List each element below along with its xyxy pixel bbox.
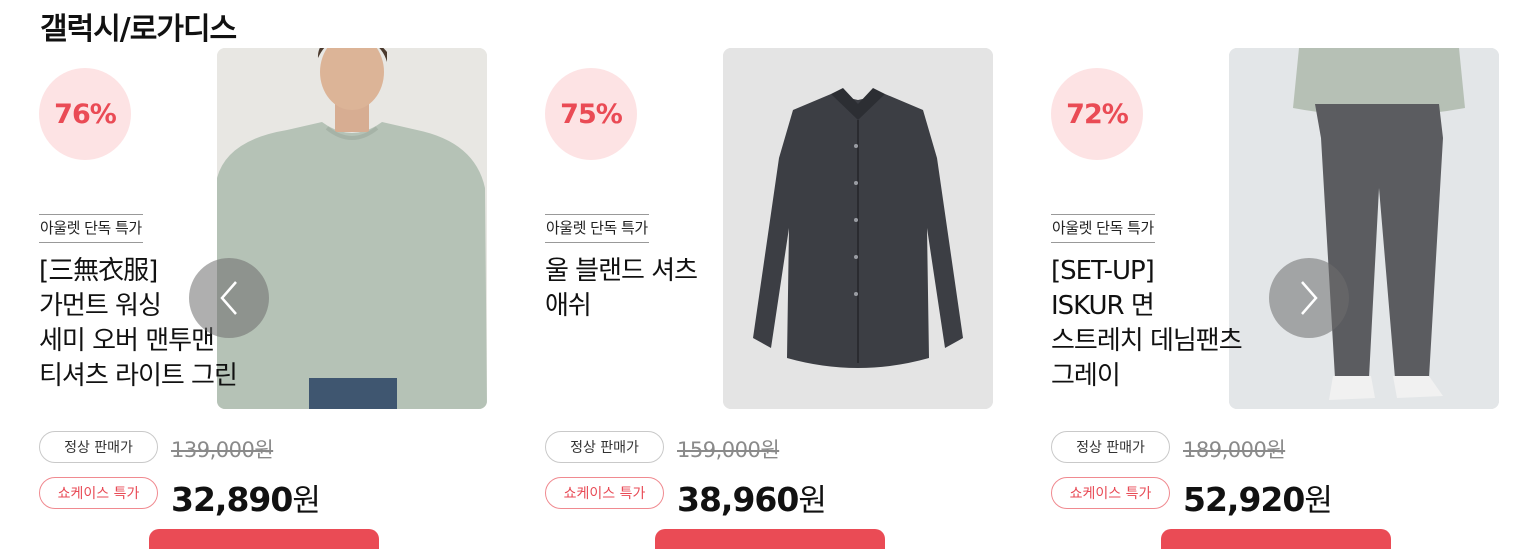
section-title: 갤럭시/로가디스 (40, 12, 237, 47)
carousel-prev-button[interactable] (189, 258, 269, 338)
product-name[interactable]: 울 블랜드 셔츠 애쉬 (545, 254, 775, 324)
product-name-line: 티셔츠 라이트 그린 (39, 361, 238, 391)
sale-price-amount: 32,890 (171, 480, 293, 519)
sale-price: 38,960원 (677, 475, 827, 520)
showcase-price-label: 쇼케이스 특가 (39, 477, 158, 509)
sale-price-unit: 원 (798, 483, 827, 519)
outlet-exclusive-tag: 아울렛 단독 특가 (1051, 214, 1155, 243)
product-name-line: 그레이 (1051, 361, 1121, 391)
product-name[interactable]: [SET-UP] ISKUR 면 스트레치 데님팬츠 그레이 (1051, 254, 1281, 394)
discount-badge: 72% (1051, 68, 1143, 160)
product-card[interactable]: 76% 아울렛 단독 특가 [三無衣服] 가먼트 워싱 세미 오버 맨투맨 티셔… (39, 48, 509, 549)
buy-button[interactable] (655, 529, 885, 549)
original-price: 189,000원 (1183, 438, 1286, 462)
chevron-left-icon (220, 281, 237, 315)
sale-price-unit: 원 (1304, 483, 1333, 519)
buy-button[interactable] (1161, 529, 1391, 549)
carousel-next-button[interactable] (1269, 258, 1349, 338)
buy-button[interactable] (149, 529, 379, 549)
showcase-price-label: 쇼케이스 특가 (1051, 477, 1170, 509)
sale-price-amount: 52,920 (1183, 480, 1305, 519)
original-price: 159,000원 (677, 438, 780, 462)
regular-price-label: 정상 판매가 (39, 431, 158, 463)
chevron-right-icon (1301, 281, 1318, 315)
product-name-line: 애쉬 (545, 291, 592, 321)
outlet-exclusive-tag: 아울렛 단독 특가 (545, 214, 649, 243)
product-image-shirt[interactable] (723, 48, 993, 409)
product-name-line: ISKUR 면 (1051, 291, 1155, 321)
sale-price-unit: 원 (292, 483, 321, 519)
sale-price-amount: 38,960 (677, 480, 799, 519)
product-name-line: 울 블랜드 셔츠 (545, 256, 698, 286)
product-card[interactable]: 75% 아울렛 단독 특가 울 블랜드 셔츠 애쉬 정상 판매가 159,000… (545, 48, 1015, 549)
product-name-line: [SET-UP] (1051, 256, 1155, 286)
showcase-price-label: 쇼케이스 특가 (545, 477, 664, 509)
regular-price-label: 정상 판매가 (545, 431, 664, 463)
discount-badge: 76% (39, 68, 131, 160)
sale-price: 52,920원 (1183, 475, 1333, 520)
original-price: 139,000원 (171, 438, 274, 462)
regular-price-label: 정상 판매가 (1051, 431, 1170, 463)
sale-price: 32,890원 (171, 475, 321, 520)
product-name-line: 스트레치 데님팬츠 (1051, 326, 1243, 356)
discount-badge: 75% (545, 68, 637, 160)
outlet-exclusive-tag: 아울렛 단독 특가 (39, 214, 143, 243)
